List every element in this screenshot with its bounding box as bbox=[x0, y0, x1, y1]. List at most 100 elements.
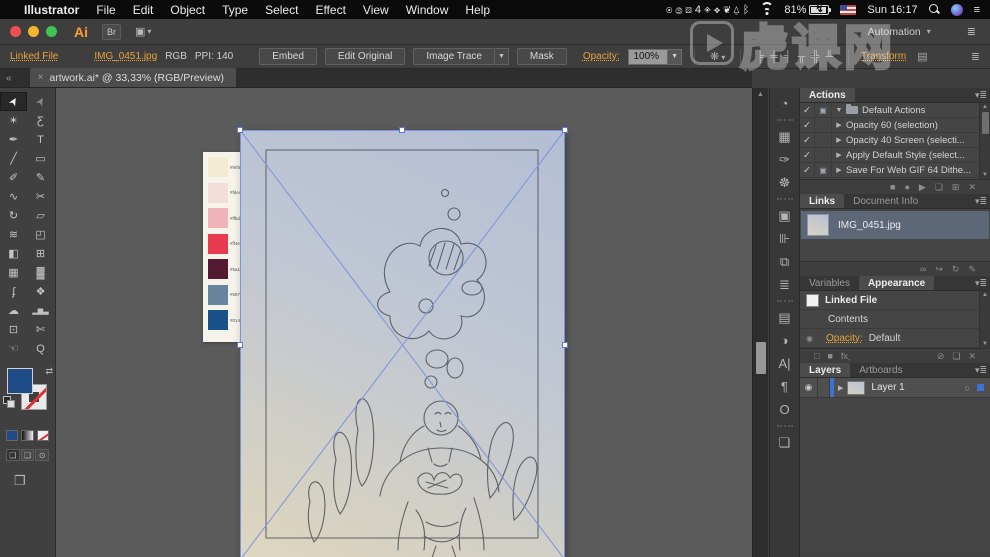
zoom-tool[interactable]: Q bbox=[27, 339, 54, 358]
placed-linked-image[interactable] bbox=[240, 130, 565, 557]
action-dialog-toggle[interactable] bbox=[815, 148, 832, 162]
magic-wand-tool[interactable]: ✶ bbox=[0, 111, 27, 130]
twirl-icon[interactable]: ▶ bbox=[832, 166, 846, 174]
opacity-value[interactable]: 100% bbox=[628, 49, 669, 65]
opacity-link[interactable]: Opacity: bbox=[826, 333, 863, 344]
bluetooth-icon[interactable]: ᛒ bbox=[743, 4, 750, 16]
paintbrush-tool[interactable]: ✐ bbox=[0, 168, 27, 187]
panel-menu-icon[interactable]: ≣ bbox=[967, 25, 976, 38]
action-check-icon[interactable]: ✓ bbox=[800, 118, 815, 132]
menu-item-help[interactable]: Help bbox=[465, 3, 490, 17]
skype-icon[interactable]: Ⓢ bbox=[676, 4, 683, 16]
gradient-button[interactable] bbox=[21, 430, 33, 441]
brushes-icon[interactable]: ✑ bbox=[779, 148, 790, 171]
spotlight-icon[interactable] bbox=[929, 4, 940, 15]
delete-icon[interactable]: ✕ bbox=[968, 182, 976, 193]
delete-icon[interactable]: ✕ bbox=[968, 351, 976, 362]
menu-item-illustrator[interactable]: Illustrator bbox=[24, 3, 79, 17]
selection-tool[interactable]: ➤ bbox=[0, 92, 27, 111]
lasso-tool[interactable]: Ƹ bbox=[27, 111, 54, 130]
slice-tool[interactable]: ✄ bbox=[27, 320, 54, 339]
stroke-icon[interactable]: ≣ bbox=[779, 273, 790, 296]
wifi-icon[interactable] bbox=[760, 5, 773, 15]
mesh-tool[interactable]: ▦ bbox=[0, 263, 27, 282]
scissors-tool[interactable]: ✂ bbox=[27, 187, 54, 206]
link-item-row[interactable]: IMG_0451.jpg bbox=[801, 211, 989, 239]
image-trace-dropdown-icon[interactable]: ▼ bbox=[495, 48, 509, 65]
scrollbar-thumb[interactable] bbox=[756, 342, 766, 374]
shaper-tool[interactable]: ∿ bbox=[0, 187, 27, 206]
line-tool[interactable]: ╱ bbox=[0, 149, 27, 168]
tab-actions[interactable]: Actions bbox=[800, 88, 855, 102]
embed-button[interactable]: Embed bbox=[259, 48, 317, 65]
mask-button[interactable]: Mask bbox=[517, 48, 567, 65]
rotate-tool[interactable]: ↻ bbox=[0, 206, 27, 225]
layer-selection-indicator[interactable] bbox=[977, 384, 984, 391]
opacity-dropdown-icon[interactable]: ▼ bbox=[668, 49, 682, 65]
action-dialog-toggle[interactable] bbox=[815, 118, 832, 132]
menu-clock[interactable]: Sun 16:17 bbox=[867, 4, 917, 16]
action-check-icon[interactable]: ✓ bbox=[800, 103, 815, 117]
gradient-tool[interactable]: ▓ bbox=[27, 263, 54, 282]
color-button[interactable] bbox=[6, 430, 18, 441]
shield-icon[interactable]: ◈ bbox=[704, 4, 711, 16]
layer-target-icon[interactable]: ○ bbox=[965, 383, 970, 393]
paragraph-icon[interactable]: ¶ bbox=[781, 375, 788, 398]
canvas-area[interactable]: #fef8#fdec#ffbd#ff4e#5a14#5878#0148 bbox=[56, 88, 752, 557]
pencil-tool[interactable]: ✎ bbox=[27, 168, 54, 187]
transparency-icon[interactable]: ◑ bbox=[781, 329, 789, 352]
go-to-link-icon[interactable]: ↪ bbox=[935, 264, 943, 275]
visibility-icon[interactable]: ◉ bbox=[806, 334, 820, 343]
screen-mode-button[interactable]: ❐ bbox=[14, 473, 55, 489]
action-row[interactable]: ✓▶Apply Default Style (select... bbox=[800, 148, 979, 163]
align-middle-icon[interactable]: ╬ bbox=[808, 51, 822, 63]
menu-item-object[interactable]: Object bbox=[170, 3, 205, 17]
hand-tool[interactable]: ☜ bbox=[0, 339, 27, 358]
new-set-icon[interactable]: ❏ bbox=[935, 182, 943, 193]
record-icon[interactable]: ● bbox=[904, 182, 909, 192]
app-badge[interactable]: ▨ 4 bbox=[685, 4, 701, 16]
draw-behind-mode-button[interactable]: ❏ bbox=[21, 449, 35, 461]
close-window-button[interactable] bbox=[10, 26, 21, 37]
dropbox-icon[interactable]: ❖ bbox=[714, 4, 721, 16]
pen-tool[interactable]: ✒ bbox=[0, 130, 27, 149]
style-icon[interactable]: ❋▾ bbox=[707, 50, 728, 63]
swatches-icon[interactable]: ▦ bbox=[778, 125, 790, 148]
update-link-icon[interactable]: ↻ bbox=[952, 264, 960, 275]
input-language-flag-icon[interactable] bbox=[840, 5, 856, 15]
menu-item-view[interactable]: View bbox=[363, 3, 389, 17]
character-icon[interactable]: A| bbox=[778, 352, 790, 375]
tab-links[interactable]: Links bbox=[800, 194, 844, 208]
layer-row[interactable]: ◉ ▶ Layer 1 ○ bbox=[800, 378, 990, 398]
artboards-icon[interactable]: ❏ bbox=[779, 431, 791, 454]
opacity-field[interactable]: 100% ▼ bbox=[628, 49, 683, 65]
artboard-tool[interactable]: ⊡ bbox=[0, 320, 27, 339]
duplicate-icon[interactable]: ❏ bbox=[952, 351, 960, 362]
isolate-icons[interactable]: ▤ bbox=[914, 50, 930, 63]
twirl-icon[interactable]: ▶ bbox=[832, 151, 846, 159]
layer-twirl-icon[interactable]: ▶ bbox=[834, 384, 847, 392]
menu-item-file[interactable]: File bbox=[96, 3, 115, 17]
menu-item-select[interactable]: Select bbox=[265, 3, 298, 17]
menu-item-window[interactable]: Window bbox=[406, 3, 449, 17]
align-icon[interactable]: ⊪ bbox=[779, 227, 790, 250]
appearance-scrollbar[interactable]: ▲ ▼ bbox=[979, 291, 990, 348]
default-fill-stroke-icon[interactable] bbox=[3, 396, 15, 408]
close-tab-icon[interactable]: × bbox=[38, 72, 44, 83]
scroll-down-icon[interactable]: ▼ bbox=[980, 341, 990, 347]
linked-file-link[interactable]: Linked File bbox=[10, 51, 58, 62]
tab-layers[interactable]: Layers bbox=[800, 363, 850, 377]
shape-builder-tool[interactable]: ◧ bbox=[0, 244, 27, 263]
minimize-window-button[interactable] bbox=[28, 26, 39, 37]
align-center-icon[interactable]: ╪ bbox=[767, 51, 781, 63]
evernote-icon[interactable]: ❦ bbox=[723, 4, 730, 16]
tab-variables[interactable]: Variables bbox=[800, 276, 859, 290]
eyedropper-tool[interactable]: ʄ bbox=[0, 282, 27, 301]
new-fill-icon[interactable]: ■ bbox=[827, 351, 832, 361]
collapse-tools-icon[interactable]: « bbox=[0, 71, 18, 86]
transform-icon[interactable]: ▣ bbox=[778, 204, 790, 227]
scroll-down-icon[interactable]: ▼ bbox=[980, 172, 990, 178]
menu-item-effect[interactable]: Effect bbox=[315, 3, 345, 17]
width-tool[interactable]: ≋ bbox=[0, 225, 27, 244]
appearance-row-contents[interactable]: Contents bbox=[800, 310, 979, 329]
